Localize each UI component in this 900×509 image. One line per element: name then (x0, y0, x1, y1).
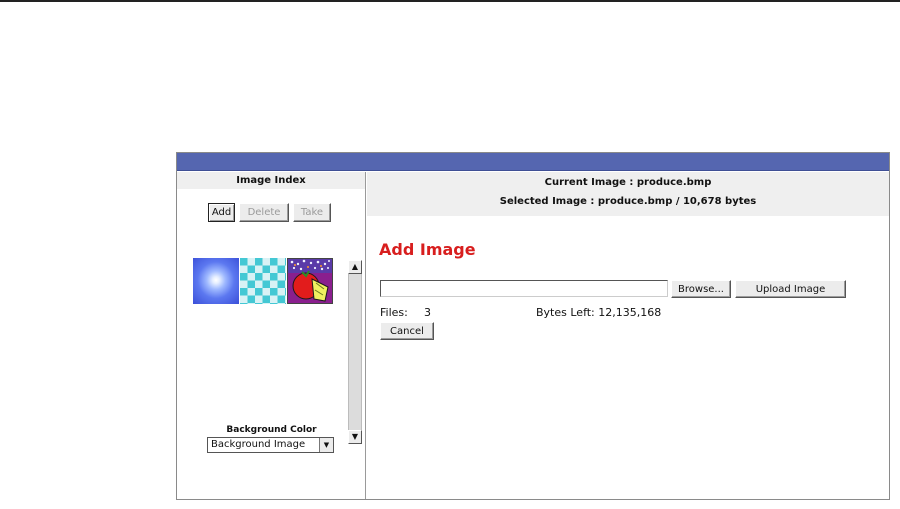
image-info-header: Current Image : produce.bmp Selected Ima… (367, 172, 889, 216)
take-button[interactable]: Take (293, 203, 331, 222)
chevron-down-icon[interactable]: ▼ (319, 438, 333, 452)
title-bar (177, 153, 889, 171)
image-manager-window: Image Index Add Delete Take ▲ ▼ Backgrou… (176, 152, 890, 500)
add-image-title: Add Image (379, 240, 476, 259)
cancel-button[interactable]: Cancel (380, 322, 434, 340)
bytes-left-text: Bytes Left: 12,135,168 (536, 306, 662, 319)
upload-image-button[interactable]: Upload Image (735, 280, 846, 298)
image-index-header: Image Index (177, 172, 365, 189)
browse-button[interactable]: Browse... (671, 280, 731, 298)
add-button[interactable]: Add (208, 203, 235, 222)
image-detail-panel: Current Image : produce.bmp Selected Ima… (367, 172, 889, 499)
file-path-input[interactable] (380, 280, 668, 297)
produce-image (288, 259, 332, 303)
selected-image-text: Selected Image : produce.bmp / 10,678 by… (499, 196, 757, 207)
files-count: 3 (424, 306, 431, 319)
delete-button[interactable]: Delete (239, 203, 289, 222)
background-color-label: Background Color (226, 425, 317, 435)
blue-sphere-thumbnail[interactable] (193, 258, 239, 304)
image-index-toolbar: Add Delete Take (208, 203, 331, 222)
files-label: Files: (380, 306, 408, 319)
top-rule (0, 0, 900, 2)
checkerboard-thumbnail[interactable] (240, 258, 286, 304)
produce-thumbnail[interactable] (287, 258, 333, 304)
background-select-value: Background Image (211, 439, 306, 450)
current-image-text: Current Image : produce.bmp (544, 177, 712, 188)
thumbnail-scrollbar[interactable]: ▲ ▼ (348, 260, 362, 444)
scroll-up-icon[interactable]: ▲ (348, 260, 362, 274)
thumbnail-list (193, 258, 333, 304)
background-color-select[interactable]: Background Image ▼ (207, 437, 334, 453)
image-index-panel: Image Index Add Delete Take ▲ ▼ Backgrou… (177, 172, 366, 499)
